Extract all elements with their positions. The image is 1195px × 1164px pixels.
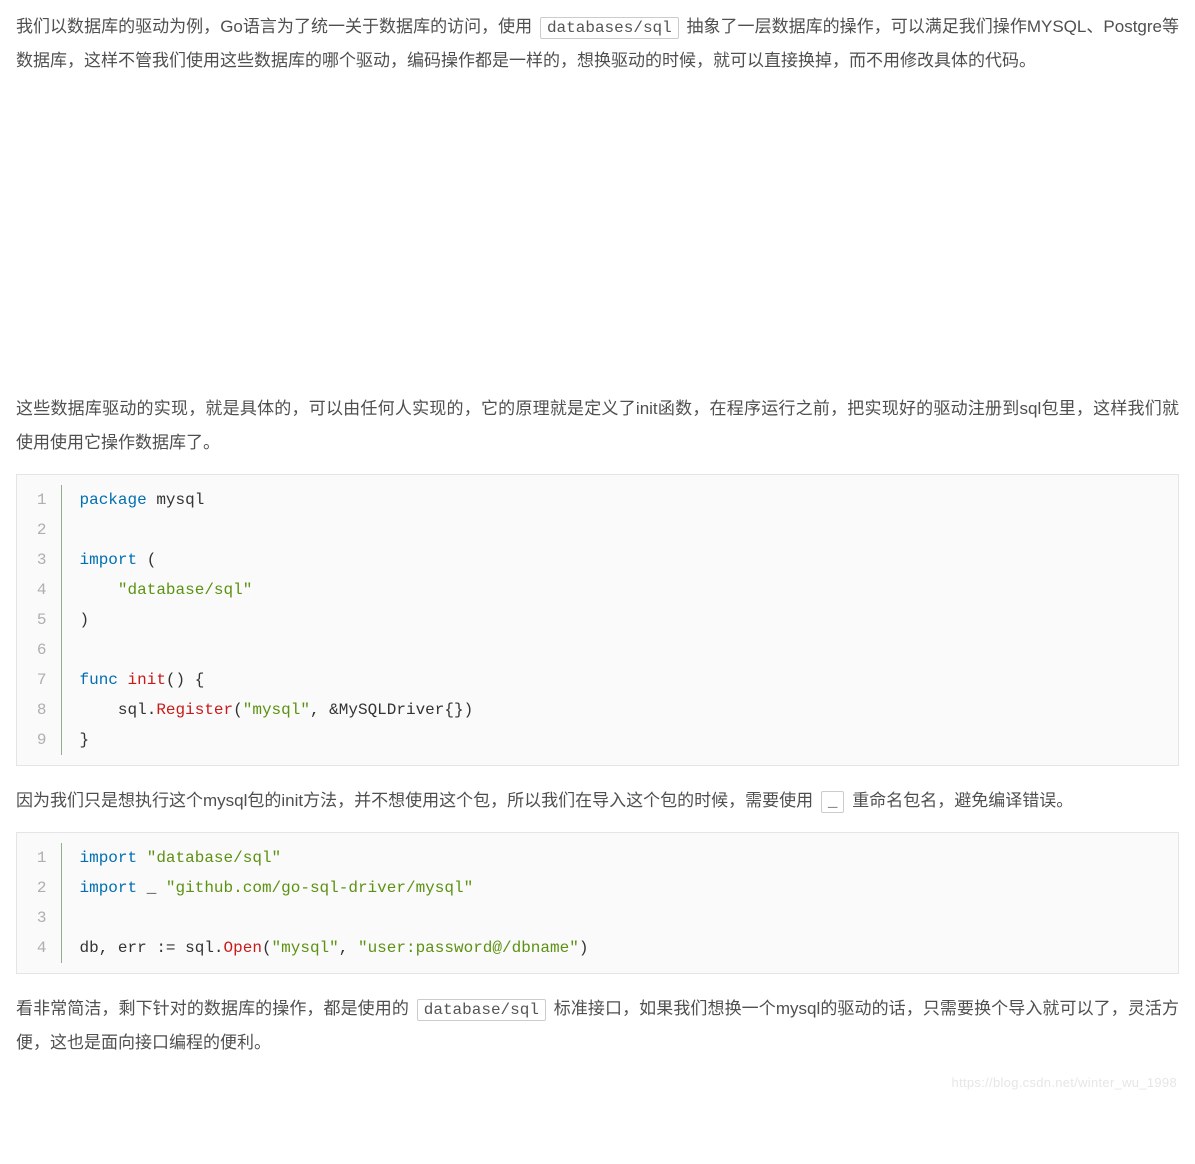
code-line (80, 635, 474, 665)
line-number: 4 (31, 575, 47, 605)
paragraph-2: 这些数据库驱动的实现，就是具体的，可以由任何人实现的，它的原理就是定义了init… (16, 392, 1179, 460)
code-line: "database/sql" (80, 575, 474, 605)
line-number: 3 (31, 545, 47, 575)
line-number: 1 (31, 485, 47, 515)
inline-code-underscore: _ (821, 791, 845, 813)
line-number: 2 (31, 873, 47, 903)
code-line: db, err := sql.Open("mysql", "user:passw… (80, 933, 589, 963)
line-number: 2 (31, 515, 47, 545)
code-line (80, 903, 589, 933)
code-line: ) (80, 605, 474, 635)
code-block-2: 1234 import "database/sql"import _ "gith… (16, 832, 1179, 974)
inline-code-database-sql: database/sql (417, 999, 546, 1021)
watermark-url: https://blog.csdn.net/winter_wu_1998 (952, 1070, 1177, 1096)
code1-gutter: 123456789 (17, 485, 61, 755)
code2-content: import "database/sql"import _ "github.co… (61, 843, 588, 963)
blank-spacer (16, 92, 1179, 392)
line-number: 6 (31, 635, 47, 665)
line-number: 1 (31, 843, 47, 873)
code-line: import "database/sql" (80, 843, 589, 873)
line-number: 9 (31, 725, 47, 755)
para4-text1: 看非常简洁，剩下针对的数据库的操作，都是使用的 (16, 999, 414, 1018)
code-line: } (80, 725, 474, 755)
line-number: 8 (31, 695, 47, 725)
line-number: 5 (31, 605, 47, 635)
code-line: package mysql (80, 485, 474, 515)
code1-content: package mysql import ( "database/sql") fun… (61, 485, 473, 755)
code-line: func init() { (80, 665, 474, 695)
line-number: 7 (31, 665, 47, 695)
code-line: import _ "github.com/go-sql-driver/mysql… (80, 873, 589, 903)
code2-gutter: 1234 (17, 843, 61, 963)
para3-text2: 重命名包名，避免编译错误。 (847, 791, 1073, 810)
inline-code-databases-sql: databases/sql (540, 17, 679, 39)
paragraph-4: 看非常简洁，剩下针对的数据库的操作，都是使用的 database/sql 标准接… (16, 992, 1179, 1060)
code-line: sql.Register("mysql", &MySQLDriver{}) (80, 695, 474, 725)
para1-text1: 我们以数据库的驱动为例，Go语言为了统一关于数据库的访问，使用 (16, 17, 537, 36)
paragraph-3: 因为我们只是想执行这个mysql包的init方法，并不想使用这个包，所以我们在导… (16, 784, 1179, 818)
code-line: import ( (80, 545, 474, 575)
para3-text1: 因为我们只是想执行这个mysql包的init方法，并不想使用这个包，所以我们在导… (16, 791, 818, 810)
code-line (80, 515, 474, 545)
line-number: 3 (31, 903, 47, 933)
paragraph-1: 我们以数据库的驱动为例，Go语言为了统一关于数据库的访问，使用 database… (16, 10, 1179, 78)
line-number: 4 (31, 933, 47, 963)
code-block-1: 123456789 package mysql import ( "databas… (16, 474, 1179, 766)
